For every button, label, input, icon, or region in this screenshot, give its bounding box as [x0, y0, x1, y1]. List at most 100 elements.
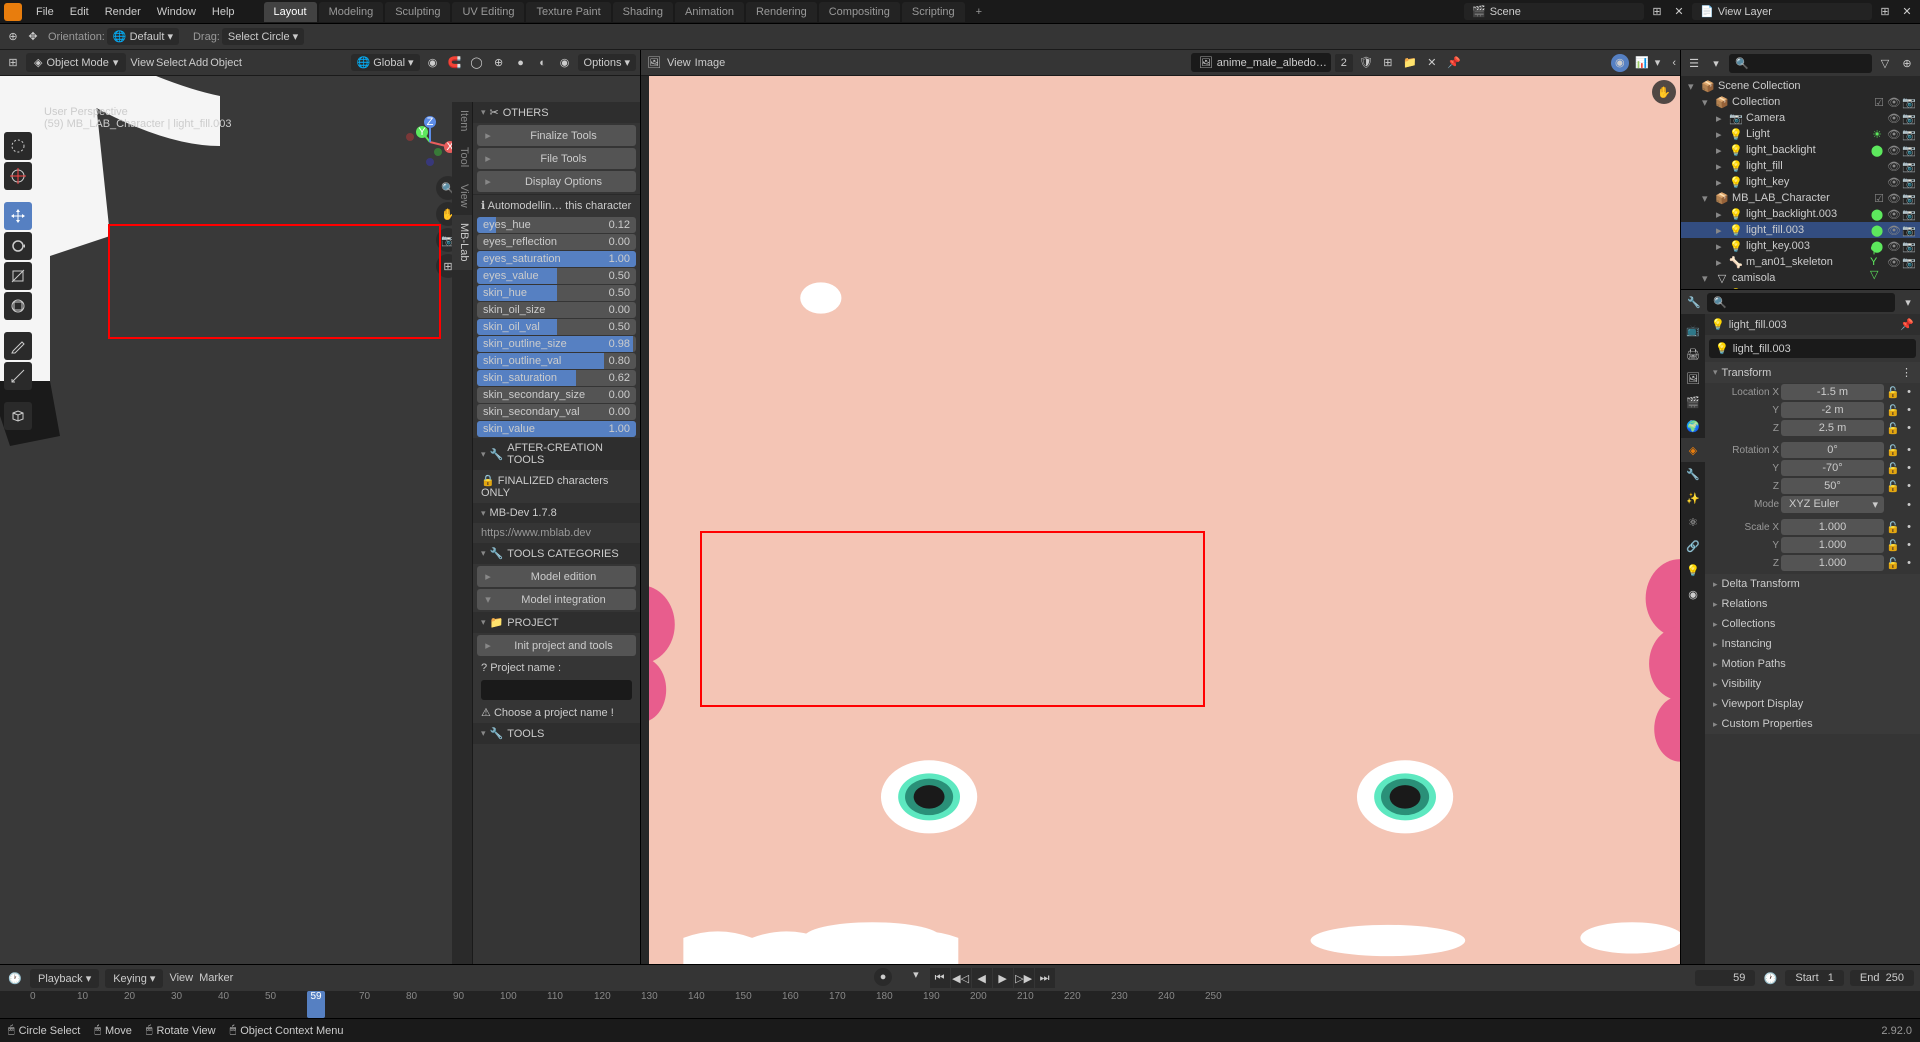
location-z-input[interactable]: 2.5 m [1781, 420, 1884, 436]
marker-menu[interactable]: Marker [199, 972, 233, 984]
tab-mblab[interactable]: MB-Lab [452, 215, 472, 270]
lock-icon[interactable]: 🔓 [1886, 557, 1900, 570]
keyframe-icon[interactable]: • [1902, 539, 1916, 551]
expand-icon[interactable]: ▾ [1702, 192, 1712, 205]
transform-header[interactable]: Transform ⋮ [1705, 362, 1920, 383]
cursor-tool[interactable] [4, 162, 32, 190]
editor-type-icon[interactable]: ☰ [1685, 54, 1703, 72]
drag-dropdown[interactable]: Select Circle ▾ [222, 28, 304, 45]
workspace-tab-rendering[interactable]: Rendering [746, 2, 817, 22]
section-custom-properties[interactable]: Custom Properties [1705, 714, 1920, 734]
timeline-playhead[interactable]: 59 [307, 991, 325, 1018]
move-tool[interactable] [4, 202, 32, 230]
move-gizmo-icon[interactable]: ✥ [24, 28, 42, 46]
proportional-icon[interactable]: ◯ [468, 54, 486, 72]
expand-icon[interactable]: ▸ [1716, 144, 1726, 157]
scale-tool[interactable] [4, 262, 32, 290]
tab-item[interactable]: Item [452, 102, 472, 139]
lock-icon[interactable]: 🔓 [1886, 444, 1900, 457]
shading-solid-icon[interactable]: ● [512, 54, 530, 72]
tab-constraints[interactable]: 🔗 [1681, 534, 1705, 558]
lock-icon[interactable]: 🔓 [1886, 462, 1900, 475]
options-icon[interactable]: ⋮ [1901, 366, 1912, 379]
panel-after-creation-header[interactable]: 🔧 AFTER-CREATION TOOLS [473, 438, 640, 470]
render-icon[interactable]: 📷 [1902, 159, 1916, 173]
keyframe-icon[interactable]: • [1902, 422, 1916, 434]
workspace-tab-uv-editing[interactable]: UV Editing [452, 2, 524, 22]
lock-icon[interactable]: 🔓 [1886, 480, 1900, 493]
render-icon[interactable]: 📷 [1902, 255, 1916, 269]
tree-item-light_fill[interactable]: ▸💡light_fill👁📷 [1681, 158, 1920, 174]
tab-output[interactable]: 🖨 [1681, 342, 1705, 366]
tree-item-light_key-003[interactable]: ▸💡light_key.003⬤👁📷 [1681, 238, 1920, 254]
workspace-tab-animation[interactable]: Animation [675, 2, 744, 22]
editor-type-icon[interactable]: 🕐 [6, 969, 24, 987]
transform-tool[interactable] [4, 292, 32, 320]
new-collection-icon[interactable]: ⊕ [1898, 54, 1916, 72]
shading-matcap-icon[interactable]: ◐ [534, 54, 552, 72]
tree-item-camisola[interactable]: ▾▽camisola [1681, 270, 1920, 286]
play-button[interactable]: ▶ [993, 968, 1013, 988]
delete-scene-button[interactable]: ✕ [1670, 3, 1688, 21]
visibility-icon[interactable]: 👁 [1887, 191, 1901, 205]
keyframe-icon[interactable]: • [1902, 557, 1916, 569]
shading-wire-icon[interactable]: ⊕ [490, 54, 508, 72]
init-project-button[interactable]: ▸Init project and tools [477, 635, 636, 656]
tree-item-camera[interactable]: ▸📷Camera👁📷 [1681, 110, 1920, 126]
measure-tool[interactable] [4, 362, 32, 390]
vp-menu-select[interactable]: Select [156, 57, 187, 69]
annotate-tool[interactable] [4, 332, 32, 360]
keyframe-icon[interactable]: • [1902, 521, 1916, 533]
scene-selector[interactable]: 🎬 Scene [1464, 3, 1644, 20]
render-icon[interactable]: 📷 [1902, 95, 1916, 109]
expand-icon[interactable]: ▸ [1716, 160, 1726, 173]
display-mode-icon[interactable]: ▾ [1707, 54, 1725, 72]
slider-eyes-hue[interactable]: eyes_hue0.12 [477, 217, 636, 233]
3d-viewport[interactable]: User Perspective (59) MB_LAB_Character |… [0, 76, 640, 964]
unlink-image-icon[interactable]: ✕ [1423, 54, 1441, 72]
pivot-icon[interactable]: ◉ [424, 54, 442, 72]
tree-item-scene-collection[interactable]: ▾📦Scene Collection [1681, 78, 1920, 94]
section-relations[interactable]: Relations [1705, 594, 1920, 614]
checkbox-icon[interactable]: ☑ [1872, 95, 1886, 109]
timeline-ruler[interactable]: 59 0102030405070809010011012013014015016… [0, 991, 1920, 1018]
render-icon[interactable]: 📷 [1902, 111, 1916, 125]
visibility-icon[interactable]: 👁 [1887, 175, 1901, 189]
slider-skin-secondary-val[interactable]: skin_secondary_val0.00 [477, 404, 636, 420]
lock-icon[interactable]: 🔓 [1886, 539, 1900, 552]
section-collections[interactable]: Collections [1705, 614, 1920, 634]
model-edition-button[interactable]: ▸Model edition [477, 566, 636, 587]
menu-file[interactable]: File [28, 3, 62, 21]
tree-item-collection[interactable]: ▾📦Collection☑👁📷 [1681, 94, 1920, 110]
panel-mbdev-header[interactable]: MB-Dev 1.7.8 [473, 503, 640, 523]
rotation-y-input[interactable]: -70° [1781, 460, 1884, 476]
menu-window[interactable]: Window [149, 3, 204, 21]
current-frame-input[interactable]: 59 [1695, 970, 1755, 986]
vp-menu-add[interactable]: Add [189, 57, 209, 69]
image-selector[interactable]: 🖼 anime_male_albedo… [1191, 53, 1331, 72]
hand-gizmo[interactable]: ✋ [1652, 80, 1676, 104]
cursor-tool-icon[interactable]: ⊕ [4, 28, 22, 46]
shading-render-icon[interactable]: ◉ [556, 54, 574, 72]
display-channels-icon[interactable]: ◉ [1611, 54, 1629, 72]
outliner-search-input[interactable]: 🔍 [1729, 54, 1872, 73]
expand-icon[interactable]: ▸ [1716, 240, 1726, 253]
menu-image[interactable]: Image [695, 57, 726, 69]
tab-data[interactable]: 💡 [1681, 558, 1705, 582]
render-icon[interactable]: 📷 [1902, 175, 1916, 189]
tree-item-light_backlight-003[interactable]: ▸💡light_backlight.003⬤👁📷 [1681, 206, 1920, 222]
expand-icon[interactable]: ▾ [1688, 80, 1698, 93]
object-name-field[interactable]: 💡 light_fill.003 [1709, 339, 1916, 358]
view-menu[interactable]: View [169, 972, 193, 984]
tree-item-mb_lab_character[interactable]: ▾📦MB_LAB_Character☑👁📷 [1681, 190, 1920, 206]
keyframe-icon[interactable]: • [1902, 462, 1916, 474]
display-options-button[interactable]: ▸Display Options [477, 171, 636, 192]
visibility-icon[interactable]: 👁 [1887, 287, 1901, 289]
start-frame-input[interactable]: Start 1 [1785, 970, 1844, 986]
jump-start-button[interactable]: ⏮ [930, 968, 950, 988]
menu-edit[interactable]: Edit [62, 3, 97, 21]
lock-icon[interactable]: 🔓 [1886, 386, 1900, 399]
rotate-tool[interactable] [4, 232, 32, 260]
filter-icon[interactable]: ▽ [1876, 54, 1894, 72]
render-icon[interactable]: 📷 [1902, 239, 1916, 253]
